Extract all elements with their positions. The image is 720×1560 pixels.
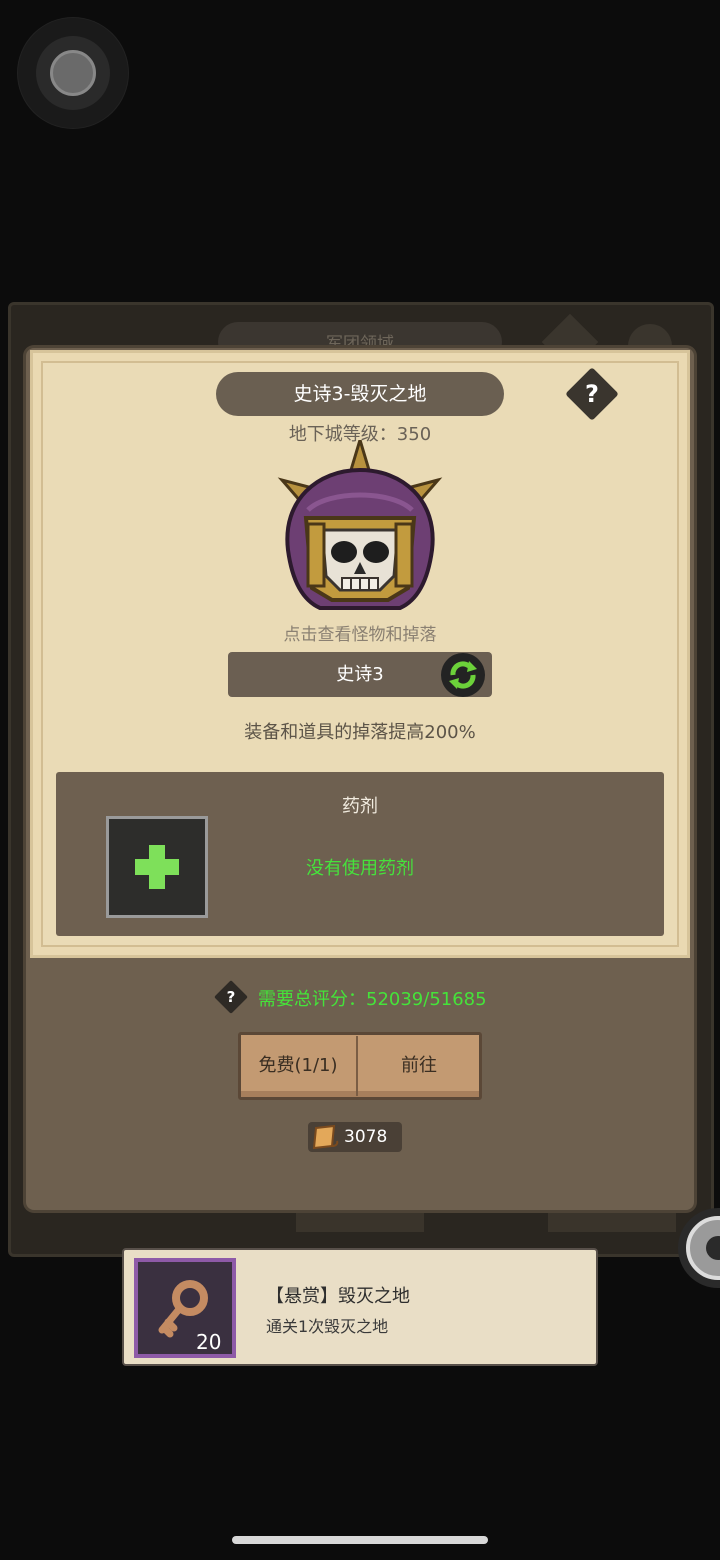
- drop-bonus-text: 装备和道具的掉落提高200%: [244, 722, 476, 743]
- boss-hint[interactable]: 点击查看怪物和掉落: [230, 620, 490, 645]
- quest-title: 【悬赏】毁灭之地: [266, 1286, 410, 1307]
- assistive-touch-ring: [36, 36, 110, 110]
- home-indicator[interactable]: [232, 1536, 488, 1544]
- refresh-icon[interactable]: [441, 653, 485, 697]
- cost-value: 3078: [344, 1127, 388, 1147]
- potion-add-slot[interactable]: [106, 816, 208, 918]
- score-requirement: 需要总评分：52039/51685: [258, 989, 487, 1010]
- scroll-icon: [312, 1124, 339, 1150]
- assistive-touch-button[interactable]: [18, 18, 128, 128]
- dungeon-title: 史诗3-毁灭之地: [216, 372, 504, 416]
- free-entry-button[interactable]: 免费(1/1): [240, 1034, 356, 1098]
- quest-reward-count: 20: [196, 1330, 222, 1354]
- background-button-left: [296, 1212, 424, 1232]
- question-icon[interactable]: ?: [573, 375, 611, 413]
- gear-icon[interactable]: [672, 1200, 720, 1296]
- go-button[interactable]: 前往: [358, 1034, 480, 1098]
- boss-skull-icon[interactable]: [268, 440, 452, 620]
- question-icon-small[interactable]: ?: [219, 985, 243, 1009]
- potion-title: 药剂: [342, 796, 378, 817]
- potion-status: 没有使用药剂: [306, 858, 414, 879]
- background-button-right: [548, 1212, 676, 1232]
- assistive-touch-dot: [50, 50, 96, 96]
- plus-icon: [135, 845, 179, 889]
- quest-description: 通关1次毁灭之地: [266, 1317, 389, 1336]
